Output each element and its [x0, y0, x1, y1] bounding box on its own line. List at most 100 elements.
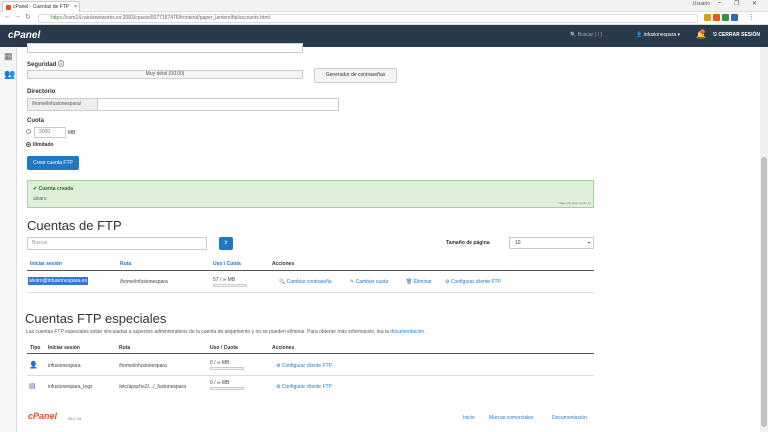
back-icon[interactable]: ←	[4, 13, 11, 20]
table-header-rule	[27, 270, 594, 271]
browser-profile[interactable]: Usuario	[693, 1, 710, 7]
search-input[interactable]: 🔍 Buscar ( / )	[570, 32, 602, 38]
footer-link-trademarks[interactable]: Marcas comerciales	[489, 415, 533, 421]
row-divider	[27, 375, 594, 376]
search-placeholder: Buscar ( / )	[577, 32, 603, 38]
configure-ftp-client-link[interactable]: ⚙ Configurar cliente FTP	[276, 384, 332, 390]
special-login-cell: infusionespara	[48, 363, 81, 369]
configure-ftp-client-link[interactable]: ⚙ Configurar cliente FTP	[445, 279, 501, 285]
check-icon: ✔	[33, 186, 38, 192]
col-path[interactable]: Ruta	[120, 261, 131, 267]
delete-link[interactable]: 🗑 Eliminar	[406, 279, 432, 285]
address-bar[interactable]: https://com14.raiolanetworks.es:2083/cps…	[38, 14, 698, 23]
special-login-cell: infusionespara_logs	[48, 384, 93, 390]
ftp-search-input[interactable]: Buscar	[27, 237, 207, 250]
col-usage[interactable]: Uso / Cuota	[213, 261, 241, 267]
directory-field[interactable]: /home/infusionespara/	[27, 98, 339, 111]
key-icon: 🔍	[279, 279, 286, 285]
success-alert[interactable]: ✔ Cuenta creada alvaro Haga clic para ce…	[27, 180, 594, 208]
page-size-select[interactable]: 10 ▾	[509, 237, 594, 249]
page-scrollbar[interactable]	[760, 47, 768, 432]
ftp-usage-bar	[213, 284, 247, 287]
footer-link-home[interactable]: Inicio	[463, 415, 475, 421]
special-usage-bar	[210, 387, 244, 390]
special-header-rule	[27, 353, 594, 354]
quota-input[interactable]: 2000	[34, 127, 66, 138]
special-path-cell: /home/infusionespara	[119, 363, 167, 369]
password-generator-button[interactable]: Generador de contraseñas	[314, 68, 397, 83]
special-col-actions: Acciones	[272, 345, 295, 351]
cpanel-logo[interactable]: cPanel	[8, 30, 40, 41]
logout-label: CERRAR SESIÓN	[718, 32, 761, 38]
browser-tabstrip: cPanel - Cuentas de FTP × Usuario – ❐ ✕	[0, 0, 768, 12]
configure-ftp-client-link[interactable]: ⚙ Configurar cliente FTP	[276, 363, 332, 369]
change-password-link[interactable]: 🔍 Cambiar contraseña	[279, 279, 332, 285]
pencil-icon: ✎	[350, 279, 355, 285]
gear-icon: ⚙	[276, 384, 281, 390]
documentation-link[interactable]: documentación	[390, 329, 424, 335]
footer-version: 68.0.28	[68, 416, 82, 421]
special-col-login: Iniciar sesión	[48, 345, 80, 351]
security-label: Seguridad ⓘ	[27, 62, 65, 68]
alert-text: alvaro	[33, 196, 47, 202]
directory-label: Directorio	[27, 89, 56, 95]
user-name: infusionespara	[643, 32, 677, 38]
bookmark-star-icon[interactable]	[704, 14, 711, 21]
special-col-path: Ruta	[119, 345, 131, 351]
grid-icon[interactable]: ▦	[4, 51, 13, 62]
page-size-label: Tamaño de página	[446, 240, 490, 246]
info-icon: ⓘ	[58, 62, 65, 68]
row-divider	[27, 292, 594, 293]
ftp-usage-cell: 57 / ∞ MB	[213, 277, 236, 283]
ftp-search-go-button[interactable]: Ir	[219, 237, 233, 250]
alert-title: ✔ Cuenta creada	[33, 186, 74, 192]
special-ftp-description: Las cuentas FTP especiales están vincula…	[26, 329, 426, 335]
create-ftp-button[interactable]: Crear cuenta FTP	[27, 156, 79, 170]
forward-icon[interactable]: →	[14, 13, 21, 20]
footer-cpanel-logo[interactable]: cPanel	[28, 411, 57, 421]
gear-icon: ⚙	[276, 363, 281, 369]
maximize-icon[interactable]: ❐	[734, 0, 739, 7]
reload-icon[interactable]: ↻	[25, 13, 31, 21]
special-col-usage: Uso / Cuota	[210, 345, 238, 351]
trash-icon: 🗑	[406, 279, 413, 285]
url-https: https://	[51, 15, 67, 21]
quota-label: Cuota	[27, 118, 44, 124]
minimize-icon[interactable]: –	[718, 0, 721, 6]
col-actions: Acciones	[272, 261, 295, 267]
sidebar: ▦ 👥	[0, 47, 17, 432]
extension-icon[interactable]	[713, 14, 720, 21]
user-type-icon: 👤	[29, 362, 38, 369]
unlimited-label: Ilimitado	[33, 142, 54, 148]
browser-menu-icon[interactable]: ⋮	[748, 13, 755, 21]
extension-icon[interactable]	[731, 14, 738, 21]
quota-unit: MB	[68, 130, 76, 136]
user-menu[interactable]: 👤 infusionespara ▾	[636, 32, 680, 38]
quota-radio[interactable]	[26, 129, 31, 134]
ftp-accounts-heading: Cuentas de FTP	[27, 218, 122, 233]
change-quota-link[interactable]: ✎ Cambiar cuota	[350, 279, 388, 285]
special-usage-cell: 0 / ∞ MB	[210, 360, 230, 366]
ftp-login-cell[interactable]: alvaro@infusionespara.es	[28, 277, 88, 285]
password-field[interactable]	[27, 43, 303, 53]
col-login[interactable]: Iniciar sesión	[30, 261, 62, 267]
chevron-down-icon: ▾	[587, 240, 590, 245]
special-usage-bar	[210, 367, 244, 370]
tab-close-icon[interactable]: ×	[74, 2, 77, 12]
alert-close-hint: Haga clic para cerrar. 11	[558, 201, 591, 205]
cpanel-favicon-icon	[6, 5, 11, 10]
users-icon[interactable]: 👥	[4, 69, 15, 80]
logout-button[interactable]: ⎋ CERRAR SESIÓN	[713, 32, 760, 38]
notification-badge: 1	[700, 29, 705, 34]
tab-title: cPanel - Cuentas de FTP	[13, 4, 70, 10]
window-close-icon[interactable]: ✕	[752, 0, 757, 7]
browser-tab[interactable]: cPanel - Cuentas de FTP ×	[2, 1, 80, 12]
scrollbar-thumb[interactable]	[761, 157, 767, 427]
unlimited-radio[interactable]	[26, 142, 31, 147]
logs-type-icon: ▤	[29, 383, 36, 390]
gear-icon: ⚙	[445, 279, 450, 285]
directory-prefix: /home/infusionespara/	[28, 99, 98, 110]
extension-icon[interactable]	[722, 14, 729, 21]
footer-link-documentation[interactable]: Documentación	[552, 415, 587, 421]
browser-toolbar: ← → ↻ https://com14.raiolanetworks.es:20…	[0, 12, 768, 25]
